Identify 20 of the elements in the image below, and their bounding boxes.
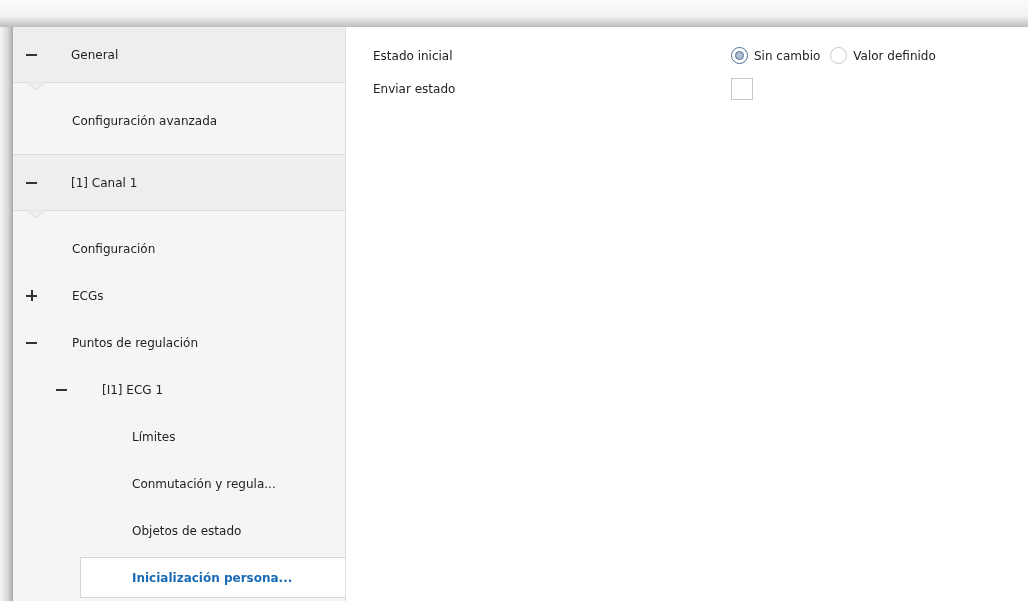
notch-icon [26, 82, 46, 91]
tree-item[interactable]: Objetos de estado [132, 523, 242, 538]
radio-button[interactable] [731, 47, 748, 64]
section-header[interactable]: General [13, 27, 345, 83]
tree-item[interactable]: Límites [132, 429, 176, 444]
checkbox[interactable] [731, 77, 753, 100]
parameter-label: Estado inicial [373, 48, 454, 63]
tree-item[interactable]: Configuración avanzada [72, 113, 218, 128]
radio-button[interactable] [830, 47, 848, 64]
expand-icon[interactable] [26, 290, 37, 301]
tree-item[interactable]: Conmutación y regula... [132, 476, 276, 491]
radio-option[interactable]: Valor definido [830, 47, 936, 64]
section-header[interactable]: [1] Canal 1 [13, 155, 345, 211]
radio-option[interactable]: Sin cambio [731, 47, 821, 64]
tree-item[interactable]: ECGs [72, 288, 104, 303]
parameter-label: Enviar estado [373, 81, 457, 96]
notch-icon [26, 210, 46, 219]
tree-item[interactable]: Puntos de regulación [72, 335, 198, 350]
tree-item[interactable]: Configuración [72, 241, 156, 256]
tree-item[interactable]: [I1] ECG 1 [102, 382, 164, 397]
